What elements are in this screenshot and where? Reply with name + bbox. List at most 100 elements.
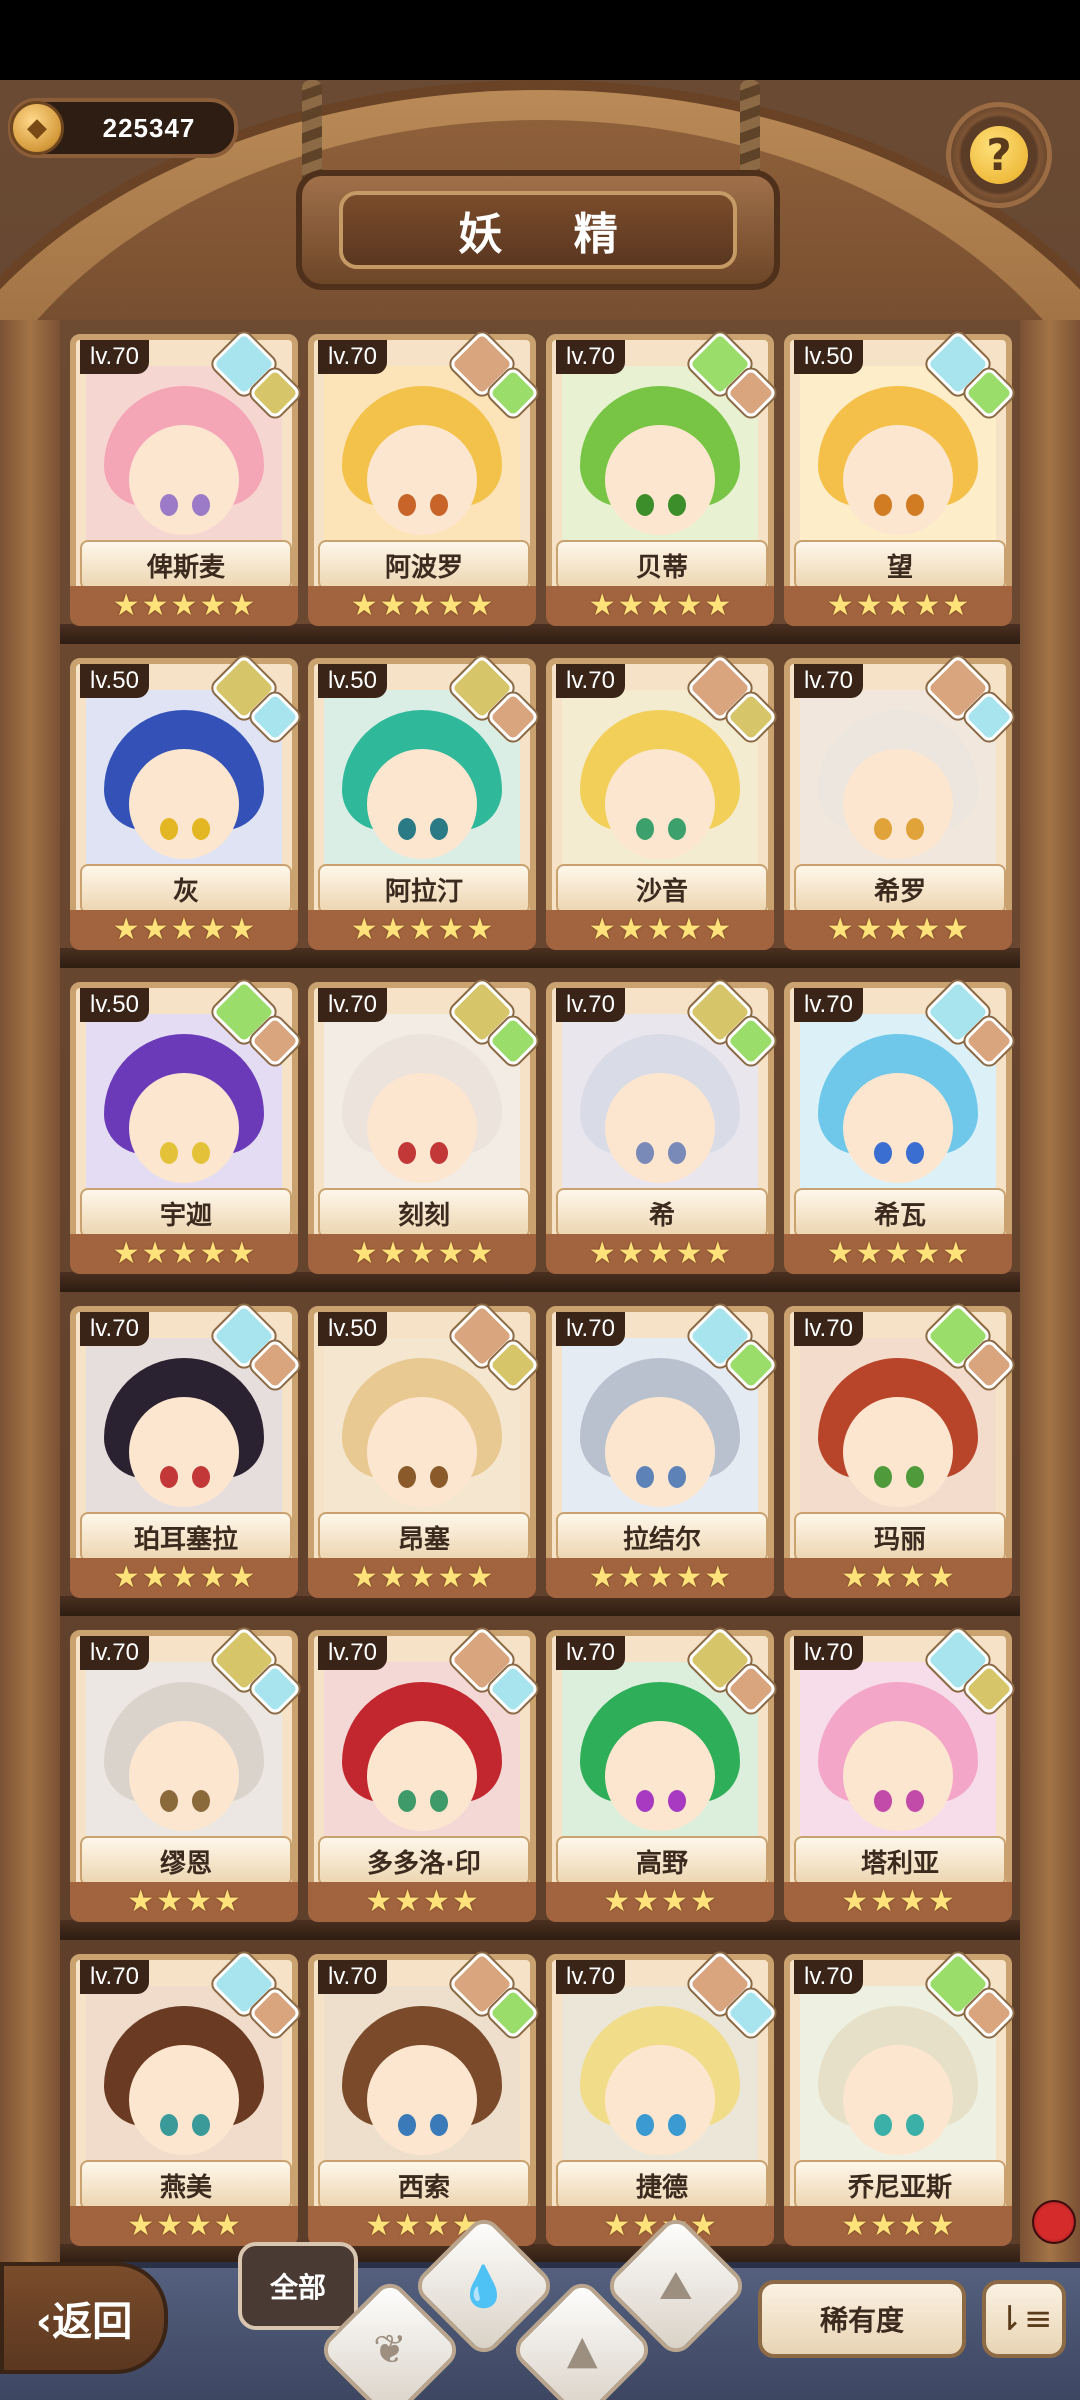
face	[843, 2045, 953, 2156]
fairy-card[interactable]: lv.70 沙音 ★ ★ ★ ★ ★	[546, 654, 778, 950]
rarity-sort-button[interactable]: 稀有度	[758, 2280, 966, 2358]
fairy-card[interactable]: lv.70 西索 ★ ★ ★ ★	[308, 1950, 540, 2246]
fairy-card[interactable]: lv.70 贝蒂 ★ ★ ★ ★ ★	[546, 330, 778, 626]
status-bar	[0, 0, 1080, 80]
star-icon: ★	[841, 1884, 869, 1919]
star-icon: ★	[704, 588, 732, 623]
fairy-card[interactable]: lv.50 昂塞 ★ ★ ★ ★ ★	[308, 1302, 540, 1598]
eye	[430, 1142, 448, 1164]
fairy-card[interactable]: lv.70 缪恩 ★ ★ ★ ★	[70, 1626, 302, 1922]
fairy-card[interactable]: lv.70 俾斯麦 ★ ★ ★ ★ ★	[70, 330, 302, 626]
fairy-name: 阿波罗	[318, 540, 530, 590]
fairy-card[interactable]: lv.50 灰 ★ ★ ★ ★ ★	[70, 654, 302, 950]
star-icon: ★	[826, 1236, 854, 1271]
fairy-card[interactable]: lv.50 宇迦 ★ ★ ★ ★ ★	[70, 978, 302, 1274]
star-icon: ★	[704, 1236, 732, 1271]
fairy-card[interactable]: lv.70 刻刻 ★ ★ ★ ★ ★	[308, 978, 540, 1274]
star-icon: ★	[451, 1884, 479, 1919]
face	[605, 749, 715, 860]
eye	[430, 494, 448, 516]
fairy-card[interactable]: lv.70 玛丽 ★ ★ ★ ★	[784, 1302, 1016, 1598]
fairy-name: 玛丽	[794, 1512, 1006, 1562]
eye	[160, 1142, 178, 1164]
eye	[160, 1466, 178, 1488]
star-icon: ★	[112, 588, 140, 623]
eye	[192, 818, 210, 840]
eye	[160, 494, 178, 516]
fairy-name: 缪恩	[80, 1836, 292, 1886]
star-icon: ★	[156, 2208, 183, 2243]
help-button[interactable]: ?	[946, 102, 1052, 208]
eye	[398, 1466, 416, 1488]
fairy-card[interactable]: lv.70 希罗 ★ ★ ★ ★ ★	[784, 654, 1016, 950]
eye	[874, 494, 892, 516]
eye	[874, 1790, 892, 1812]
star-icon: ★	[141, 912, 169, 947]
star-icon: ★	[185, 2208, 212, 2243]
eye	[668, 1142, 686, 1164]
star-rating: ★ ★ ★ ★ ★	[308, 586, 536, 626]
eye	[668, 2114, 686, 2136]
back-button[interactable]: ‹返回	[0, 2262, 168, 2374]
face	[129, 1073, 239, 1184]
fairy-card[interactable]: lv.70 希瓦 ★ ★ ★ ★ ★	[784, 978, 1016, 1274]
fairy-card[interactable]: lv.70 珀耳塞拉 ★ ★ ★ ★ ★	[70, 1302, 302, 1598]
fairy-card[interactable]: lv.70 高野 ★ ★ ★ ★	[546, 1626, 778, 1922]
star-icon: ★	[213, 1884, 241, 1919]
star-icon: ★	[365, 2208, 393, 2243]
ladybug-icon[interactable]	[1032, 2200, 1076, 2244]
star-icon: ★	[437, 912, 465, 947]
fairy-card[interactable]: lv.50 阿拉汀 ★ ★ ★ ★ ★	[308, 654, 540, 950]
star-icon: ★	[675, 1560, 703, 1595]
star-icon: ★	[646, 1560, 674, 1595]
star-icon: ★	[379, 1236, 407, 1271]
star-icon: ★	[826, 912, 854, 947]
star-icon: ★	[603, 2208, 631, 2243]
star-icon: ★	[408, 588, 436, 623]
star-icon: ★	[899, 1884, 926, 1919]
fairy-card[interactable]: lv.70 希 ★ ★ ★ ★ ★	[546, 978, 778, 1274]
face	[843, 425, 953, 536]
star-icon: ★	[437, 1236, 465, 1271]
star-icon: ★	[365, 1884, 393, 1919]
shelf	[60, 948, 1020, 968]
star-icon: ★	[927, 2208, 955, 2243]
eye	[906, 494, 924, 516]
eye	[874, 818, 892, 840]
fairy-card[interactable]: lv.70 拉结尔 ★ ★ ★ ★ ★	[546, 1302, 778, 1598]
fairy-card[interactable]: lv.70 阿波罗 ★ ★ ★ ★ ★	[308, 330, 540, 626]
shelf	[60, 1596, 1020, 1616]
face	[367, 2045, 477, 2156]
star-icon: ★	[855, 1236, 883, 1271]
star-icon: ★	[112, 912, 140, 947]
fairy-card[interactable]: lv.70捷德★★★★	[546, 1950, 778, 2246]
fairy-name: 昂塞	[318, 1512, 530, 1562]
coin-icon: ◆	[10, 101, 64, 155]
star-icon: ★	[646, 912, 674, 947]
eye	[874, 1466, 892, 1488]
face	[129, 425, 239, 536]
fairy-card[interactable]: lv.50 望 ★ ★ ★ ★ ★	[784, 330, 1016, 626]
eye	[398, 494, 416, 516]
star-icon: ★	[127, 1884, 155, 1919]
star-icon: ★	[617, 588, 645, 623]
fairy-card[interactable]: lv.70 多多洛·印 ★ ★ ★ ★	[308, 1626, 540, 1922]
tab-all[interactable]: 全部	[238, 2242, 358, 2330]
sort-order-button[interactable]: ⇂≡	[982, 2280, 1066, 2358]
star-icon: ★	[156, 1884, 183, 1919]
star-icon: ★	[141, 1560, 169, 1595]
fairy-card[interactable]: lv.70 燕美 ★ ★ ★ ★	[70, 1950, 302, 2246]
eye	[430, 1790, 448, 1812]
level-badge: lv.70	[794, 1312, 863, 1346]
level-badge: lv.50	[80, 988, 149, 1022]
fairy-name: 宇迦	[80, 1188, 292, 1238]
shelf	[60, 1920, 1020, 1940]
eye	[906, 1142, 924, 1164]
fairy-card[interactable]: lv.70 塔利亚 ★ ★ ★ ★	[784, 1626, 1016, 1922]
level-badge: lv.70	[556, 1636, 625, 1670]
star-icon: ★	[170, 1560, 198, 1595]
star-icon: ★	[199, 588, 227, 623]
fairy-card[interactable]: lv.70 乔尼亚斯 ★ ★ ★ ★	[784, 1950, 1016, 2246]
eye	[192, 494, 210, 516]
star-rating: ★★★★	[308, 1882, 536, 1922]
